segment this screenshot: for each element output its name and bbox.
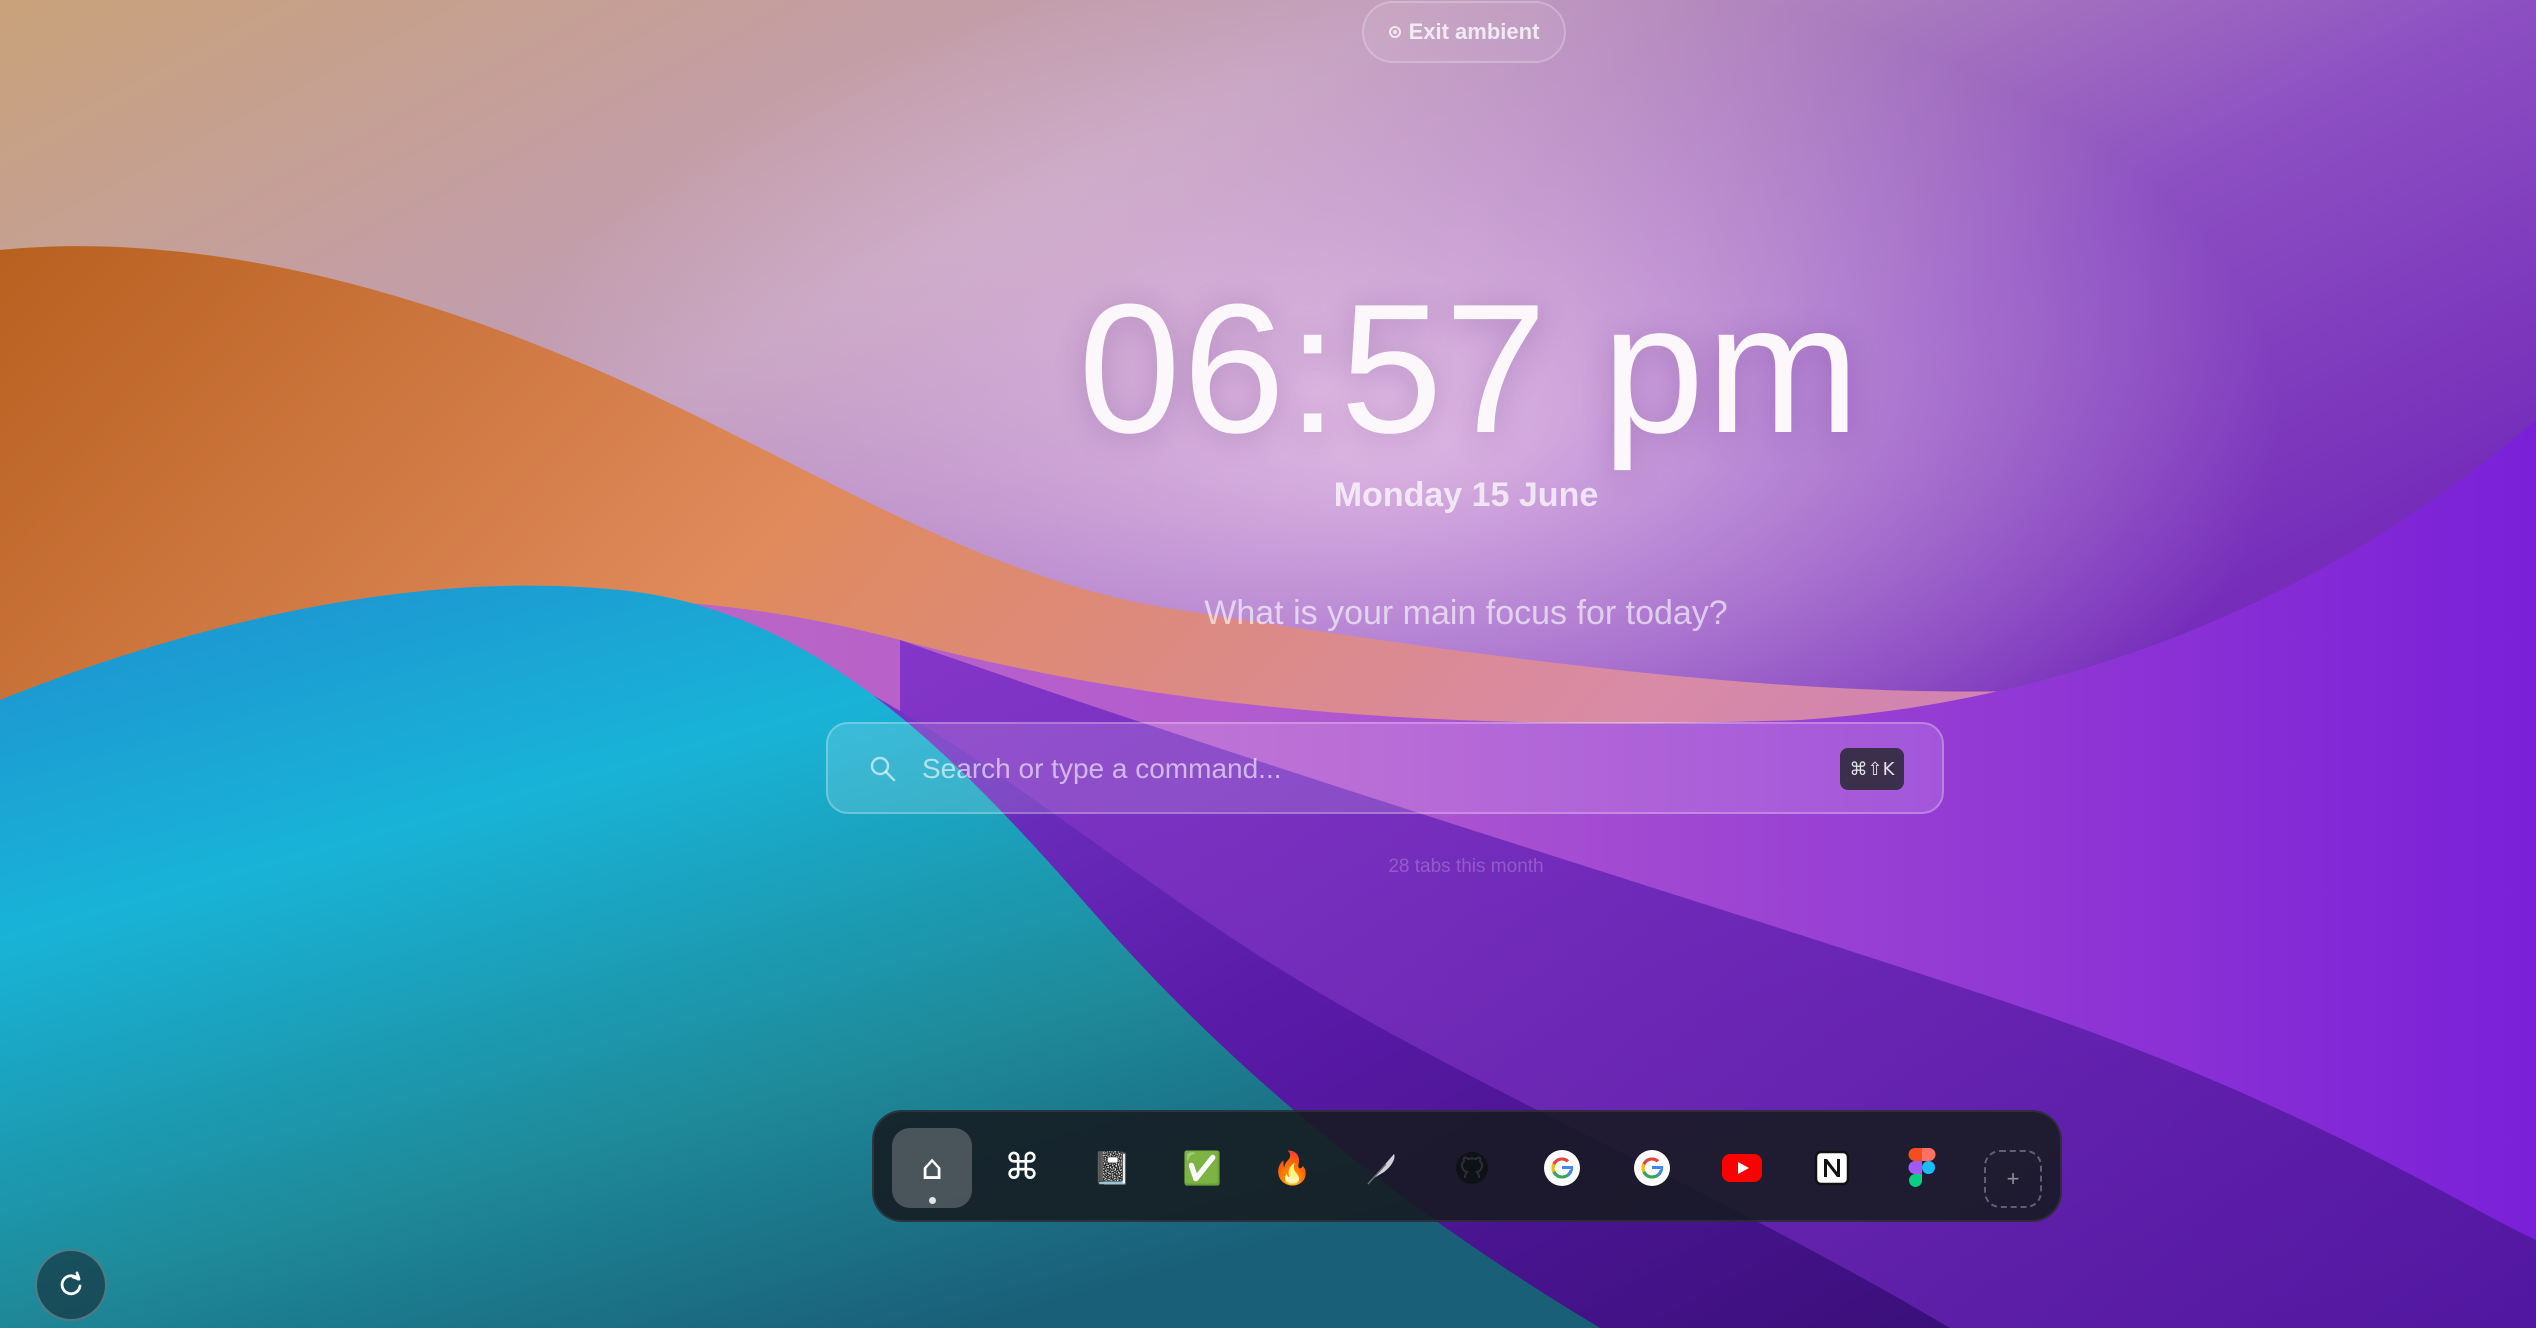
circle-dot-icon: [1388, 26, 1401, 38]
ambient-screen: Exit ambient 06:57 pm Monday 15 June Wha…: [0, 0, 2536, 1328]
home-icon: ⌂: [921, 1148, 943, 1188]
shortcut-badge: ⌘⇧K: [1840, 748, 1904, 790]
dock-notion-button[interactable]: [1792, 1128, 1872, 1208]
dock-home-button[interactable]: ⌂: [892, 1128, 972, 1208]
youtube-icon: [1722, 1154, 1762, 1182]
dock-figma-button[interactable]: [1882, 1128, 1962, 1208]
dock-github-button[interactable]: [1432, 1128, 1512, 1208]
google-icon: [1544, 1150, 1580, 1186]
figma-icon: [1908, 1148, 1936, 1187]
search-input[interactable]: [920, 744, 1804, 794]
search-icon: [870, 756, 896, 782]
dock-google-button-2[interactable]: [1612, 1128, 1692, 1208]
fire-icon: 🔥: [1272, 1149, 1312, 1187]
dock: ⌂ ⌘ 📓 ✅ 🔥 +: [872, 1110, 2062, 1222]
dock-notebook-button[interactable]: 📓: [1072, 1128, 1152, 1208]
quill-icon: [1367, 1154, 1395, 1185]
clock-time: 06:57 pm: [1078, 265, 1862, 471]
dock-command-button[interactable]: ⌘: [982, 1128, 1062, 1208]
dock-youtube-button[interactable]: [1702, 1128, 1782, 1208]
dock-google-button-1[interactable]: [1522, 1128, 1602, 1208]
command-icon: ⌘: [1004, 1147, 1040, 1188]
active-indicator: [929, 1197, 936, 1204]
refresh-button[interactable]: [35, 1249, 107, 1321]
exit-ambient-label: Exit ambient: [1408, 19, 1540, 44]
focus-prompt[interactable]: What is your main focus for today?: [1066, 594, 1866, 633]
dock-tasks-button[interactable]: ✅: [1162, 1128, 1242, 1208]
check-box-icon: ✅: [1182, 1149, 1222, 1187]
github-icon: [1456, 1152, 1488, 1184]
google-icon: [1634, 1150, 1670, 1186]
search-bar[interactable]: ⌘⇧K: [826, 722, 1944, 814]
dock-quill-button[interactable]: [1342, 1128, 1422, 1208]
notebook-icon: 📓: [1092, 1149, 1132, 1187]
clock-date: Monday 15 June: [1333, 476, 1599, 514]
refresh-icon: [60, 1271, 82, 1296]
notion-icon: [1814, 1150, 1850, 1186]
dock-fire-button[interactable]: 🔥: [1252, 1128, 1332, 1208]
add-shortcut-button[interactable]: +: [1984, 1150, 2042, 1208]
tabs-count: 28 tabs this month: [1388, 856, 1544, 877]
exit-ambient-button[interactable]: Exit ambient: [1362, 1, 1566, 63]
